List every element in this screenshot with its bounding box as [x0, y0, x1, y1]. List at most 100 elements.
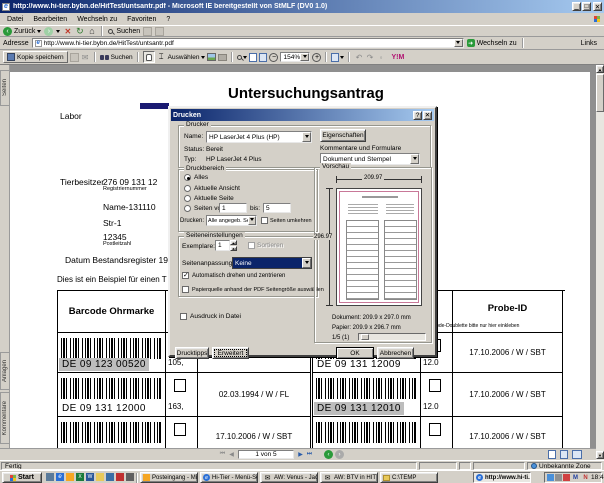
scroll-down-button[interactable]: ▼: [596, 451, 604, 459]
print-tips-button[interactable]: Drucktipps: [175, 347, 209, 359]
tab-seiten[interactable]: Seiten: [0, 70, 10, 106]
zoom-in-button[interactable]: +: [312, 53, 321, 62]
email-icon[interactable]: ✉: [81, 53, 90, 62]
slider-thumb[interactable]: [361, 334, 369, 340]
hand-tool-button[interactable]: [143, 51, 155, 63]
page-indicator-box[interactable]: 1 von 5: [238, 450, 294, 459]
pdf-search-button[interactable]: Suchen: [100, 54, 133, 61]
collate-checkbox[interactable]: Sortieren: [248, 242, 283, 249]
autorotate-checkbox[interactable]: ✓Automatisch drehen und zentrieren: [182, 272, 285, 279]
dialog-titlebar[interactable]: Drucken ? ✕: [171, 109, 434, 121]
zoom-tool-button[interactable]: [237, 53, 247, 61]
actual-size-icon[interactable]: [249, 53, 257, 62]
prev-page-button[interactable]: ◀: [227, 450, 236, 459]
printer-name-dropdown[interactable]: [302, 132, 311, 142]
yahoo-icon[interactable]: Y!M: [391, 54, 404, 61]
print-what-combo[interactable]: Alle angegeb. Seiten: [206, 215, 257, 226]
print-what-dropdown[interactable]: [248, 216, 256, 225]
next-view-button[interactable]: ›: [335, 450, 344, 459]
spinner-down-button[interactable]: ▼: [230, 246, 237, 251]
pages-from-input[interactable]: [219, 203, 247, 213]
stop-button[interactable]: ✕: [63, 27, 72, 36]
edit-button[interactable]: [155, 27, 164, 36]
taskbar-button-folder[interactable]: C:\TEMP: [380, 472, 438, 483]
tab-anlagen[interactable]: Anlagen: [0, 352, 10, 390]
vertical-scrollbar[interactable]: ▲ ▼: [596, 65, 604, 460]
zoom-out-button[interactable]: −: [269, 53, 278, 62]
print-pdf-icon[interactable]: [70, 53, 79, 62]
rotate-right-icon[interactable]: ↷: [365, 53, 374, 62]
scroll-up-button[interactable]: ▲: [596, 65, 604, 73]
first-page-button[interactable]: ⏮: [218, 450, 227, 459]
previous-view-icon[interactable]: ◦: [376, 53, 385, 62]
tray-ie-icon[interactable]: [547, 474, 554, 481]
scrollbar-thumb[interactable]: [596, 74, 604, 112]
spinner-up-button[interactable]: ▲: [230, 240, 237, 245]
comments-dropdown[interactable]: [410, 154, 419, 164]
go-button[interactable]: ➜ Wechseln zu: [467, 39, 517, 47]
menu-bearbeiten[interactable]: Bearbeiten: [28, 16, 72, 23]
ql-excel-icon[interactable]: X: [76, 473, 84, 481]
radio-aktuelle-seite[interactable]: Aktuelle Seite: [184, 195, 234, 202]
tray-app-icon[interactable]: [555, 474, 562, 481]
menu-hilfe[interactable]: ?: [161, 16, 175, 23]
reverse-checkbox[interactable]: Seiten umkehren: [261, 217, 312, 224]
address-dropdown-button[interactable]: [454, 39, 463, 47]
taskbar-button-pdf-active[interactable]: ehttp://www.hi-ti...: [473, 472, 531, 483]
properties-button[interactable]: Eigenschaften: [320, 129, 366, 142]
ql-ie-icon[interactable]: e: [56, 473, 64, 481]
page-display-button[interactable]: [331, 53, 344, 62]
preview-slider[interactable]: [358, 333, 426, 341]
forward-dropdown-icon[interactable]: [56, 30, 60, 35]
address-combo[interactable]: e: [32, 38, 464, 48]
taskbar-button-mail1[interactable]: ✉AW: Venus - Jaco...: [260, 472, 318, 483]
pages-to-input[interactable]: [263, 203, 291, 213]
cancel-button[interactable]: Abbrechen: [377, 347, 414, 359]
refresh-button[interactable]: ↻: [75, 27, 84, 36]
papersource-checkbox[interactable]: Papierquelle anhand der PDF Seitengröße …: [182, 286, 324, 293]
dialog-help-button[interactable]: ?: [413, 111, 422, 120]
forward-button[interactable]: ›: [44, 27, 53, 36]
menu-datei[interactable]: Datei: [2, 16, 28, 23]
minimize-button[interactable]: _: [572, 2, 581, 11]
save-copy-button[interactable]: Kopie speichern: [3, 51, 68, 63]
snapshot-icon[interactable]: [218, 54, 227, 61]
single-page-button[interactable]: [548, 450, 556, 459]
menu-favoriten[interactable]: Favoriten: [122, 16, 161, 23]
select-tool-button[interactable]: ⌶ Auswählen: [157, 53, 217, 62]
continuous-facing-button[interactable]: [572, 450, 582, 459]
taskbar-button-outlook[interactable]: Posteingang - Mic...: [140, 472, 198, 483]
ql-show-desktop-icon[interactable]: [46, 473, 54, 481]
ql-outlook-icon[interactable]: [66, 473, 74, 481]
tab-kommentare[interactable]: Kommentare: [0, 392, 10, 444]
scaling-combo[interactable]: Keine: [232, 257, 312, 269]
advanced-button[interactable]: Erweitert: [212, 347, 249, 359]
scaling-dropdown[interactable]: [302, 258, 311, 268]
ie-search-button[interactable]: Suchen: [108, 28, 140, 35]
zoom-level-dropdown[interactable]: [300, 53, 309, 61]
rotate-left-icon[interactable]: ↶: [354, 53, 363, 62]
continuous-button[interactable]: [560, 450, 568, 459]
copies-input[interactable]: [215, 240, 230, 251]
address-input[interactable]: [42, 39, 454, 47]
tray-m-icon[interactable]: M: [571, 473, 580, 482]
zoom-dropdown-icon[interactable]: [243, 56, 247, 61]
close-button[interactable]: ✕: [593, 2, 602, 11]
print-dialog[interactable]: Drucken ? ✕ Drucker Name: HP LaserJet 4 …: [168, 106, 437, 357]
home-button[interactable]: ⌂: [87, 27, 96, 36]
menu-wechseln-zu[interactable]: Wechseln zu: [72, 16, 122, 23]
ie-titlebar[interactable]: e http://www.hi-tier.bybn.de/HitTest/unt…: [0, 0, 604, 13]
ql-word-icon[interactable]: W: [86, 473, 94, 481]
back-dropdown-icon[interactable]: [37, 30, 41, 35]
ql-app-icon[interactable]: [106, 473, 114, 481]
next-page-button[interactable]: ▶: [296, 450, 305, 459]
taskbar-button-mail2[interactable]: ✉AW: BTV in HIT - N...: [320, 472, 378, 483]
ql-tool-icon[interactable]: [126, 473, 134, 481]
back-button[interactable]: ‹ Zurück: [3, 27, 41, 36]
last-page-button[interactable]: ⏭: [305, 450, 314, 459]
dialog-close-button[interactable]: ✕: [423, 111, 432, 120]
start-button[interactable]: Start: [2, 472, 42, 483]
links-label[interactable]: Links: [581, 40, 597, 47]
print-to-file-checkbox[interactable]: Ausdruck in Datei: [180, 313, 241, 320]
tray-n-icon[interactable]: N: [581, 473, 590, 482]
